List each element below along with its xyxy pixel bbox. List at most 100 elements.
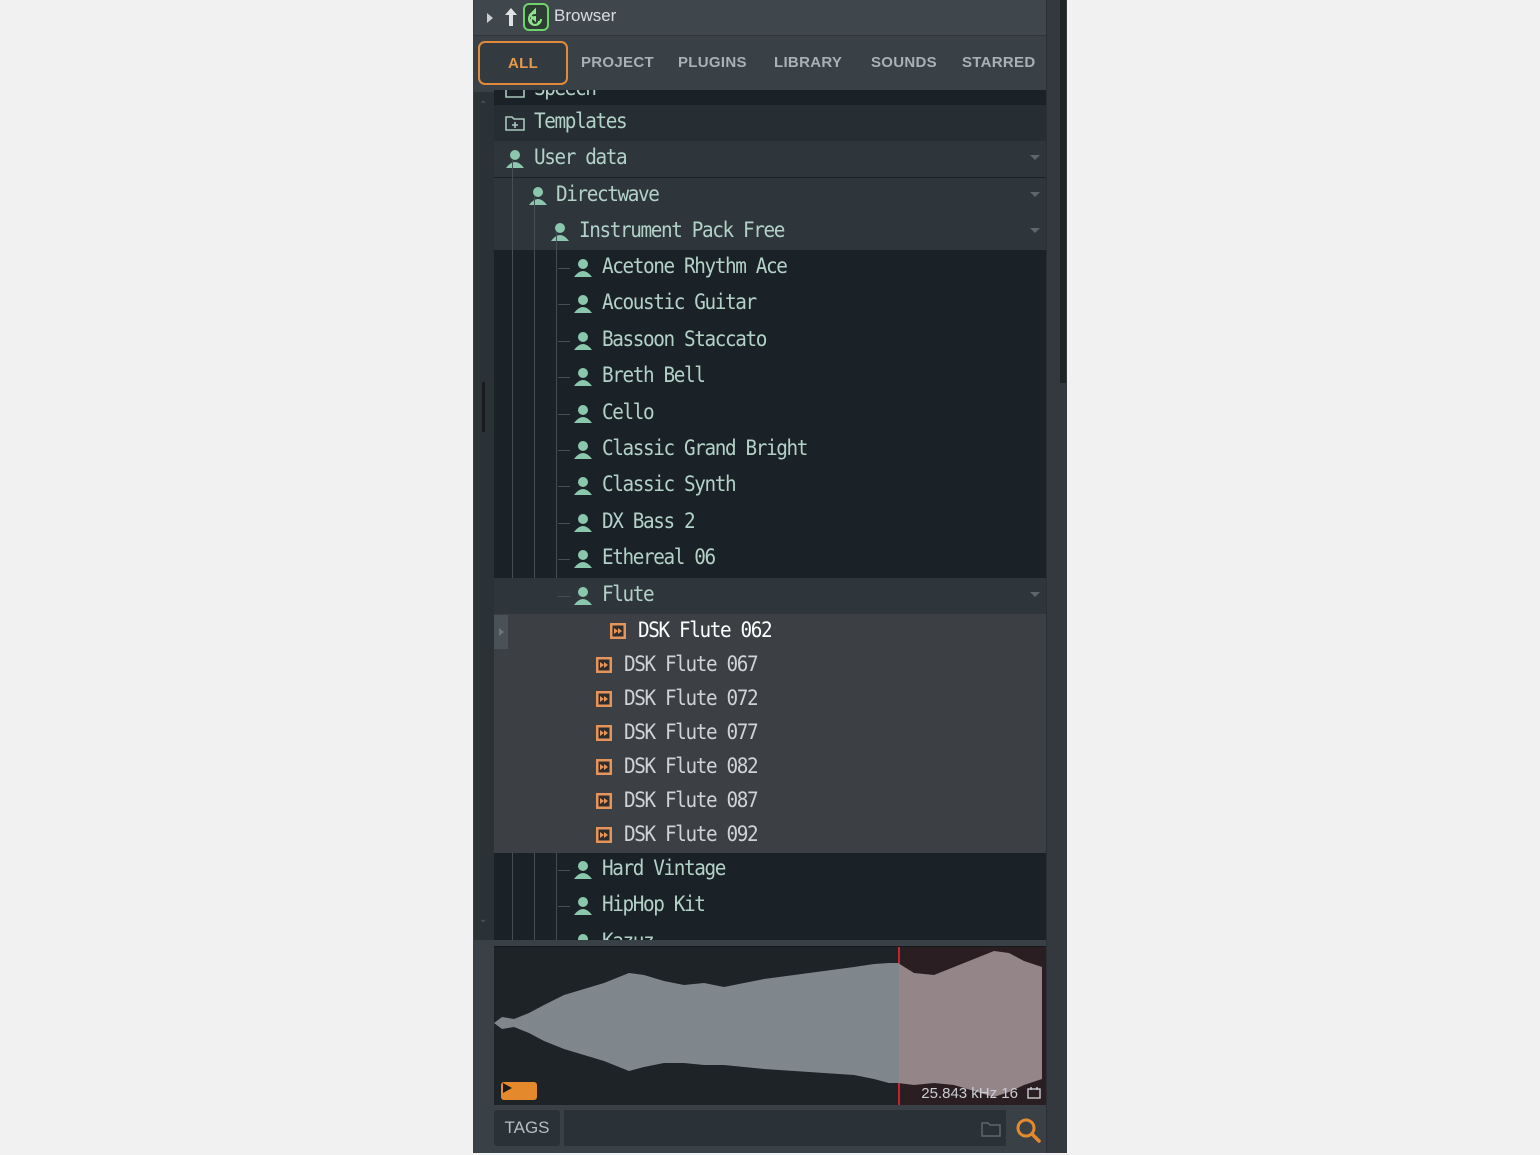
tree-item-label: Hard Vintage (602, 856, 726, 880)
file-item-label: DSK Flute 082 (624, 754, 759, 778)
file-item-label: DSK Flute 092 (624, 822, 759, 846)
tab-project[interactable]: PROJECT (581, 54, 654, 71)
file-item-dsk-flute-092[interactable]: DSK Flute 092 (494, 819, 1046, 853)
tree-item-kazuz[interactable]: Kazuz (494, 925, 1046, 940)
tree-item-directwave[interactable]: Directwave (494, 178, 1046, 214)
scroll-up-icon[interactable]: ⌃ (479, 100, 487, 111)
tags-bar: TAGS (474, 1106, 1046, 1153)
waveform-preview[interactable]: 25.843 kHz 16 (494, 946, 1046, 1105)
tree-item-label: Bassoon Staccato (602, 326, 767, 351)
selection-marker (494, 615, 508, 649)
tree-guide-line (558, 377, 570, 379)
tree-item-label: Acoustic Guitar (602, 290, 757, 315)
user-icon (572, 475, 594, 497)
file-item-label: DSK Flute 062 (638, 618, 773, 642)
tab-all[interactable]: ALL (478, 41, 568, 85)
file-item-dsk-flute-087[interactable]: DSK Flute 087 (494, 785, 1046, 819)
file-item-label: DSK Flute 067 (624, 652, 759, 676)
user-icon (527, 185, 549, 207)
tab-library[interactable]: LIBRARY (774, 54, 842, 71)
collapse-icon[interactable] (1030, 192, 1040, 197)
tree-guide-line (558, 413, 570, 415)
user-icon (572, 585, 594, 607)
tab-sounds[interactable]: SOUNDS (871, 54, 937, 71)
user-icon (572, 403, 594, 425)
tree-guide-line (558, 870, 570, 871)
user-icon (572, 293, 594, 315)
tree-item-templates[interactable]: Templates (494, 105, 1046, 141)
user-icon (572, 439, 594, 461)
tree-item-label: Classic Grand Bright (602, 436, 808, 460)
tree-guide-line (558, 906, 570, 908)
collapse-icon[interactable] (1030, 228, 1040, 233)
expand-icon[interactable] (484, 10, 496, 26)
tree-item-breth-bell[interactable]: Breth Bell (494, 359, 1046, 395)
tree-item-cello[interactable]: Cello (494, 396, 1046, 432)
arrow-up-icon[interactable] (502, 6, 520, 28)
tree-item-hard-vintage[interactable]: Hard Vintage (494, 852, 1046, 888)
audio-file-icon (594, 689, 616, 711)
tree-item-label: Classic Synth (602, 472, 737, 497)
browser-tree[interactable]: Speech Templates User data Directwave In… (494, 90, 1046, 940)
tree-guide-line (558, 340, 570, 342)
tree-item-acetone-rhythm-ace[interactable]: Acetone Rhythm Ace (494, 250, 1046, 286)
tree-item-ethereal-06[interactable]: Ethereal 06 (494, 541, 1046, 577)
waveform-graphic (494, 951, 1042, 1097)
tree-item-dx-bass-2[interactable]: DX Bass 2 (494, 505, 1046, 541)
audio-file-icon (608, 621, 630, 643)
audio-file-icon (594, 757, 616, 779)
tree-guide-line (558, 268, 570, 269)
tree-item-user-data[interactable]: User data (494, 141, 1046, 177)
loop-mode-icon[interactable] (1027, 1087, 1041, 1099)
tree-guide-line (558, 304, 570, 306)
file-item-label: DSK Flute 087 (624, 788, 759, 812)
file-item-dsk-flute-062[interactable]: DSK Flute 062 (494, 615, 1046, 649)
left-scrollbar[interactable]: ⌃ ⌄ (474, 92, 494, 940)
folder-icon[interactable] (980, 1120, 1002, 1138)
play-icon (503, 1083, 512, 1093)
file-item-dsk-flute-082[interactable]: DSK Flute 082 (494, 751, 1046, 785)
tree-item-classic-synth[interactable]: Classic Synth (494, 468, 1046, 504)
tree-item-label: Cello (602, 399, 655, 424)
right-scrollbar[interactable] (1046, 0, 1067, 1153)
tree-item-bassoon-staccato[interactable]: Bassoon Staccato (494, 323, 1046, 359)
tree-item-label: Kazuz (602, 929, 655, 940)
user-icon (572, 366, 594, 388)
user-icon (572, 548, 594, 570)
tab-plugins[interactable]: PLUGINS (678, 54, 747, 71)
collapse-icon[interactable] (1030, 592, 1040, 597)
scroll-down-icon[interactable]: ⌄ (479, 914, 487, 925)
sample-info: 25.843 kHz 16 (921, 1085, 1018, 1102)
audio-file-icon (594, 825, 616, 847)
tree-guide-line (558, 486, 570, 488)
tree-item-flute[interactable]: Flute (494, 578, 1046, 614)
collapse-icon[interactable] (1030, 155, 1040, 160)
file-item-label: DSK Flute 077 (624, 720, 759, 744)
right-scrollbar-thumb[interactable] (1060, 0, 1066, 383)
tags-button[interactable]: TAGS (494, 1110, 560, 1146)
tree-item-label: Ethereal 06 (602, 545, 716, 570)
browser-title: Browser (554, 6, 617, 25)
tab-starred[interactable]: STARRED (962, 54, 1036, 71)
user-icon (572, 257, 594, 279)
audio-file-icon (594, 791, 616, 813)
tree-item-label: Breth Bell (602, 363, 706, 388)
play-button[interactable] (501, 1082, 537, 1100)
browser-title-bar: Browser (474, 0, 1046, 36)
tree-item-instrument-pack-free[interactable]: Instrument Pack Free (494, 214, 1046, 250)
tree-guide-line (558, 522, 570, 524)
tree-item-acoustic-guitar[interactable]: Acoustic Guitar (494, 286, 1046, 322)
file-item-dsk-flute-072[interactable]: DSK Flute 072 (494, 683, 1046, 717)
search-icon[interactable] (1014, 1116, 1042, 1144)
user-icon (572, 512, 594, 534)
file-item-dsk-flute-067[interactable]: DSK Flute 067 (494, 649, 1046, 683)
user-icon (572, 932, 594, 940)
tree-item-classic-grand-bright[interactable]: Classic Grand Bright (494, 432, 1046, 468)
left-scrollbar-thumb[interactable] (482, 382, 485, 432)
audio-file-icon (594, 723, 616, 745)
file-item-dsk-flute-077[interactable]: DSK Flute 077 (494, 717, 1046, 751)
history-back-icon[interactable] (523, 3, 549, 31)
tags-search-input[interactable] (564, 1110, 1006, 1146)
audio-file-icon (594, 655, 616, 677)
tree-item-hiphop-kit[interactable]: HipHop Kit (494, 888, 1046, 924)
